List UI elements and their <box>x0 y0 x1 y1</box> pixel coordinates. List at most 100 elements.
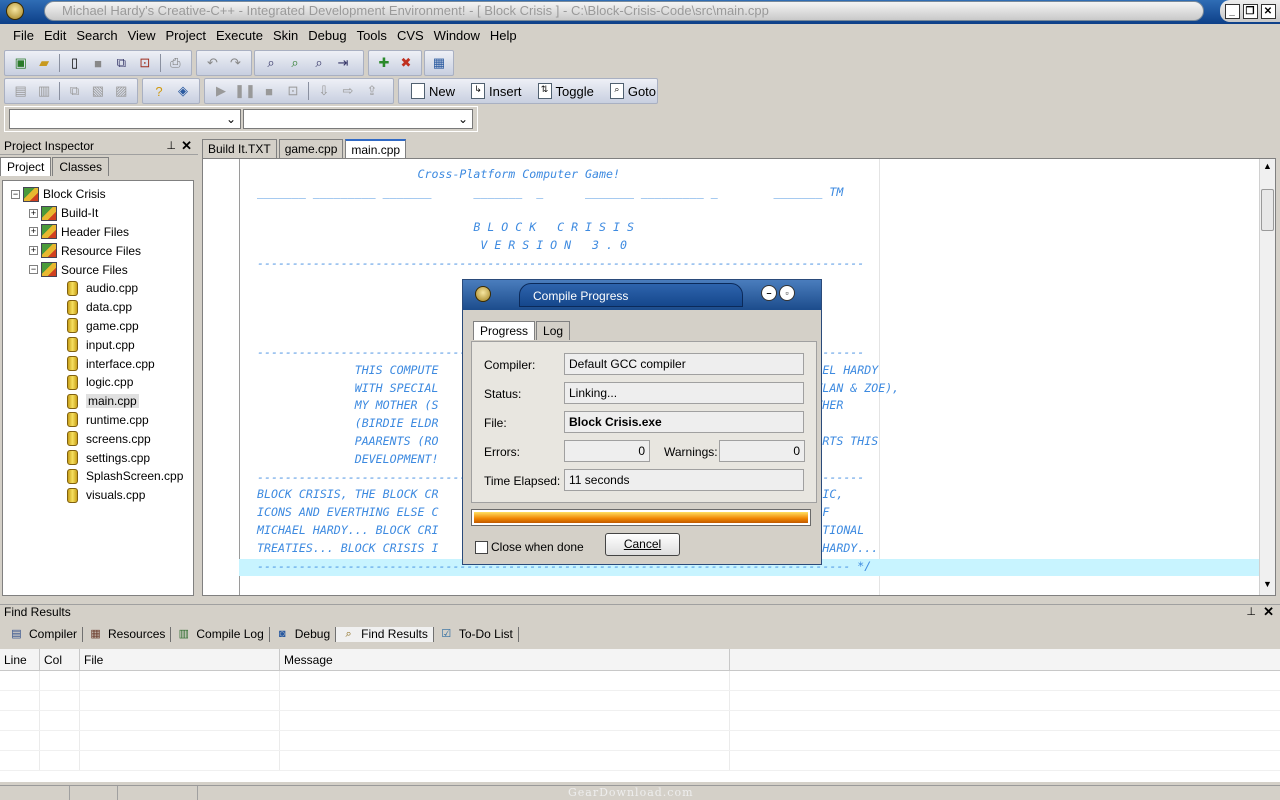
member-combo[interactable]: ⌄ <box>243 109 473 129</box>
close-file-icon[interactable]: ⊡ <box>135 53 154 73</box>
insert-bookmark-button[interactable]: ↳ Insert <box>463 83 530 99</box>
chevron-down-icon[interactable]: ⌄ <box>222 110 240 128</box>
tree-file[interactable]: game.cpp <box>3 317 193 336</box>
restore-icon[interactable]: ▫ <box>779 285 795 301</box>
menu-execute[interactable]: Execute <box>211 26 268 46</box>
tab-classes[interactable]: Classes <box>52 157 110 176</box>
title-bar[interactable]: Michael Hardy's Creative-C++ - Integrate… <box>0 0 1280 24</box>
output-tab[interactable]: ⌕ Find Results <box>336 626 434 642</box>
menu-view[interactable]: View <box>123 26 161 46</box>
output-tab[interactable]: ▤ Compiler <box>4 626 84 642</box>
undo-icon[interactable]: ↶ <box>203 53 222 73</box>
minimize-icon[interactable]: _ <box>1224 3 1240 19</box>
pin-icon[interactable]: ⊥ <box>1246 605 1256 618</box>
save-all-icon[interactable]: ⧉ <box>112 53 131 73</box>
tree-file[interactable]: screens.cpp <box>3 429 193 448</box>
output-tab[interactable]: ▦ Resources <box>83 626 172 642</box>
find-next-icon[interactable]: ⌕ <box>309 53 329 73</box>
tree-file[interactable]: audio.cpp <box>3 279 193 298</box>
find-icon[interactable]: ⌕ <box>261 53 281 73</box>
menu-window[interactable]: Window <box>429 26 485 46</box>
editor-tab[interactable]: main.cpp <box>345 139 407 159</box>
stop-icon[interactable]: ■ <box>259 81 279 101</box>
chevron-down-icon[interactable]: ⌄ <box>454 110 472 128</box>
editor-tab[interactable]: game.cpp <box>278 139 344 159</box>
app-skull-icon[interactable] <box>6 2 24 20</box>
new-project-icon[interactable]: ▣ <box>11 53 30 73</box>
tree-file[interactable]: interface.cpp <box>3 354 193 373</box>
reset-icon[interactable]: ⊡ <box>283 81 303 101</box>
tree-file[interactable]: runtime.cpp <box>3 411 193 430</box>
open-folder-icon[interactable]: ▰ <box>34 53 53 73</box>
step-into-icon[interactable]: ⇩ <box>314 81 334 101</box>
column-header[interactable]: File <box>80 649 280 670</box>
table-icon[interactable]: ▦ <box>431 53 447 73</box>
column-header[interactable]: Col <box>40 649 80 670</box>
menu-tools[interactable]: Tools <box>352 26 392 46</box>
compile-icon[interactable]: ▤ <box>11 81 30 101</box>
tree-file[interactable]: SplashScreen.cpp <box>3 467 193 486</box>
column-header[interactable]: Line <box>0 649 40 670</box>
save-icon[interactable]: ■ <box>88 53 107 73</box>
toggle-bookmark-button[interactable]: ⇅ Toggle <box>530 83 602 99</box>
tree-file[interactable]: data.cpp <box>3 298 193 317</box>
close-when-done-checkbox[interactable] <box>475 540 488 554</box>
tree-project-root[interactable]: − Block Crisis <box>3 185 193 204</box>
compile-run-icon[interactable]: ▥ <box>34 81 53 101</box>
tree-file[interactable]: input.cpp <box>3 335 193 354</box>
tree-file[interactable]: settings.cpp <box>3 448 193 467</box>
clean-icon[interactable]: ▧ <box>88 81 107 101</box>
replace-icon[interactable]: ⌕ <box>285 53 305 73</box>
scroll-up-icon[interactable]: ▲ <box>1260 161 1275 175</box>
pin-icon[interactable]: ⊥ <box>166 139 176 152</box>
remove-from-project-icon[interactable]: ✖ <box>397 53 415 73</box>
redo-icon[interactable]: ↷ <box>226 53 245 73</box>
menu-file[interactable]: File <box>8 26 39 46</box>
tab-project[interactable]: Project <box>0 157 52 176</box>
goto-bookmark-button[interactable]: ⌕ Goto <box>602 83 664 99</box>
rebuild-icon[interactable]: ⧉ <box>65 81 84 101</box>
cancel-button[interactable]: Cancel <box>605 533 680 556</box>
tree-folder[interactable]: + Header Files <box>3 223 193 242</box>
dialog-tab-progress[interactable]: Progress <box>473 321 536 340</box>
menu-search[interactable]: Search <box>71 26 122 46</box>
expand-toggle-icon[interactable]: − <box>11 189 20 199</box>
new-file-icon[interactable]: ▯ <box>65 53 84 73</box>
output-tab[interactable]: ◙ Debug <box>270 626 337 642</box>
tree-file[interactable]: visuals.cpp <box>3 486 193 505</box>
dialog-tab-log[interactable]: Log <box>536 321 571 340</box>
close-icon[interactable]: ✕ <box>1260 3 1276 19</box>
pause-icon[interactable]: ❚❚ <box>234 81 256 101</box>
close-icon[interactable]: ✕ <box>1263 604 1274 620</box>
tree-file[interactable]: logic.cpp <box>3 373 193 392</box>
menu-cvs[interactable]: CVS <box>392 26 429 46</box>
menu-project[interactable]: Project <box>161 26 211 46</box>
step-over-icon[interactable]: ⇨ <box>338 81 358 101</box>
scroll-thumb[interactable] <box>1261 189 1274 231</box>
tree-file[interactable]: main.cpp <box>3 392 193 411</box>
column-header[interactable]: Message <box>280 649 730 670</box>
goto-line-icon[interactable]: ⇥ <box>333 53 353 73</box>
editor-tab[interactable]: Build It.TXT <box>202 139 277 159</box>
build-all-icon[interactable]: ▨ <box>112 81 131 101</box>
print-icon[interactable]: ⎙ <box>166 53 185 73</box>
help-icon[interactable]: ? <box>149 81 169 101</box>
menu-skin[interactable]: Skin <box>268 26 303 46</box>
run-icon[interactable]: ▶ <box>211 81 231 101</box>
menu-debug[interactable]: Debug <box>303 26 351 46</box>
step-out-icon[interactable]: ⇪ <box>362 81 382 101</box>
tree-folder[interactable]: + Build-It <box>3 204 193 223</box>
menu-help[interactable]: Help <box>485 26 522 46</box>
expand-toggle-icon[interactable]: + <box>29 227 38 237</box>
menu-edit[interactable]: Edit <box>39 26 71 46</box>
output-tab[interactable]: ▥ Compile Log <box>171 626 270 642</box>
add-to-project-icon[interactable]: ✚ <box>375 53 393 73</box>
tree-folder[interactable]: − Source Files <box>3 260 193 279</box>
expand-toggle-icon[interactable]: + <box>29 246 38 256</box>
restore-icon[interactable]: ❐ <box>1242 3 1258 19</box>
tree-folder[interactable]: + Resource Files <box>3 241 193 260</box>
expand-toggle-icon[interactable]: − <box>29 265 38 275</box>
close-when-done-option[interactable]: Close when done <box>475 540 584 554</box>
output-tab[interactable]: ☑ To-Do List <box>434 626 519 642</box>
scroll-down-icon[interactable]: ▼ <box>1260 579 1275 593</box>
